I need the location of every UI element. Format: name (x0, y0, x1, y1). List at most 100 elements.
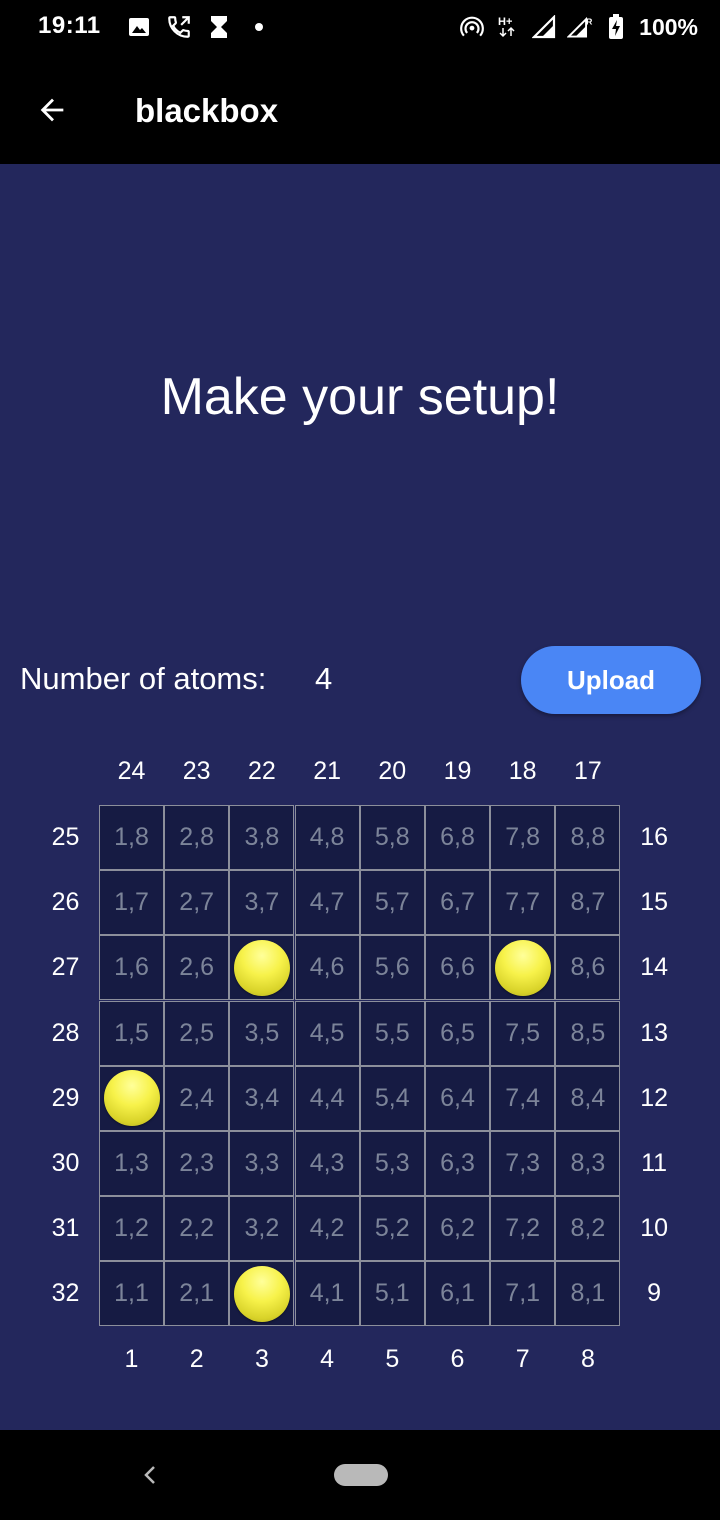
edge-number-left: 30 (51, 1149, 80, 1177)
board-cell[interactable]: 7,8 (490, 805, 556, 870)
upload-button[interactable]: Upload (521, 646, 701, 714)
board-cell[interactable]: 8,2 (555, 1196, 621, 1262)
cell-label: 5,2 (374, 1214, 410, 1243)
arrow-left-icon (40, 98, 64, 122)
edge-number-top: 22 (247, 757, 276, 785)
board-cell[interactable]: 2,6 (164, 935, 230, 1001)
board-cell[interactable]: 4,1 (294, 1261, 360, 1327)
board-cell[interactable]: 2,5 (164, 1000, 230, 1066)
board-cell[interactable]: 5,7 (359, 870, 425, 936)
board-cell[interactable]: 4,2 (294, 1196, 360, 1262)
board-cell[interactable]: 4,5 (294, 1000, 360, 1066)
board-cell[interactable]: 7,5 (490, 1000, 556, 1066)
edge-number-top: 21 (313, 757, 341, 785)
board-cell[interactable]: 3,8 (229, 805, 295, 870)
edge-number-right: 16 (640, 823, 668, 851)
board-cell[interactable]: 5,6 (359, 935, 425, 1001)
cell-label: 5,5 (374, 1018, 410, 1047)
board-cell[interactable]: 6,3 (425, 1131, 490, 1196)
signal-icon (531, 14, 557, 40)
board-cell[interactable]: 1,7 (99, 870, 164, 936)
board-cell[interactable]: 2,8 (164, 805, 230, 870)
board-cell[interactable] (229, 935, 295, 1001)
status-system-icons: H+ R 100% (459, 12, 698, 42)
board-cell[interactable]: 4,8 (294, 805, 360, 870)
board-cell[interactable]: 1,8 (99, 805, 164, 870)
board-cell[interactable]: 2,4 (164, 1065, 230, 1131)
board-cell[interactable]: 8,4 (555, 1065, 621, 1131)
cell-label: 2,6 (179, 953, 215, 982)
board-cell[interactable]: 4,3 (294, 1131, 360, 1196)
board-cell[interactable]: 5,2 (359, 1196, 425, 1262)
board-cell[interactable]: 6,8 (425, 805, 490, 870)
board-cell[interactable]: 1,2 (99, 1196, 164, 1262)
atoms-label: Number of atoms: (20, 661, 267, 696)
edge-number-bottom: 6 (450, 1344, 465, 1373)
edge-number-top: 17 (573, 757, 602, 785)
board-cell[interactable]: 8,7 (555, 870, 621, 936)
cell-label: 5,8 (374, 823, 410, 851)
board-cell[interactable]: 4,7 (294, 870, 360, 936)
board-cell[interactable]: 8,8 (555, 805, 621, 870)
edge-number-bottom: 2 (189, 1344, 204, 1373)
cell-label: 5,6 (374, 953, 410, 982)
board-cell[interactable]: 8,6 (555, 935, 621, 1001)
board-cell[interactable] (229, 1261, 295, 1327)
signal-roaming-icon: R (567, 14, 593, 40)
edge-number-right: 13 (640, 1018, 668, 1047)
board-cell[interactable]: 4,4 (294, 1065, 360, 1131)
board-cell[interactable]: 7,4 (490, 1065, 556, 1131)
board-cell[interactable]: 6,7 (425, 870, 490, 936)
board-cell[interactable]: 6,2 (425, 1196, 490, 1262)
board-cell[interactable]: 5,5 (359, 1000, 425, 1066)
board-cell[interactable]: 7,2 (490, 1196, 556, 1262)
app-bar: blackbox (0, 56, 720, 164)
board-cell[interactable]: 5,4 (359, 1065, 425, 1131)
board-cell[interactable] (490, 935, 556, 1001)
board-cell[interactable]: 1,5 (99, 1000, 164, 1066)
edge-number-bottom: 3 (254, 1344, 269, 1373)
atoms-count: 4 (315, 661, 333, 696)
board-cell[interactable]: 3,2 (229, 1196, 295, 1262)
board-cell[interactable]: 8,1 (555, 1261, 621, 1327)
board-cell[interactable]: 6,5 (425, 1000, 490, 1066)
board-cell[interactable]: 8,5 (555, 1000, 621, 1066)
nav-home-pill[interactable] (334, 1464, 388, 1486)
board-cell[interactable]: 2,2 (164, 1196, 230, 1262)
board-cell[interactable]: 2,7 (164, 870, 230, 936)
board-cell[interactable]: 2,3 (164, 1131, 230, 1196)
board-cell[interactable]: 6,1 (425, 1261, 490, 1327)
board-cell[interactable]: 6,6 (425, 935, 490, 1001)
board-cell[interactable]: 2,1 (164, 1261, 230, 1327)
board-cell[interactable] (99, 1065, 164, 1131)
board-cell[interactable]: 5,1 (359, 1261, 425, 1327)
chevron-left-icon (144, 1466, 155, 1484)
status-bar: 19:11 H+ R 100% (0, 0, 720, 56)
cell-label: 8,4 (570, 1083, 606, 1112)
board-cell[interactable]: 1,1 (99, 1261, 164, 1327)
board-cell[interactable]: 7,1 (490, 1261, 556, 1327)
board-cell[interactable]: 4,6 (294, 935, 360, 1001)
cell-label: 7,3 (505, 1149, 541, 1177)
edge-number-left: 26 (51, 888, 80, 917)
board-cell[interactable]: 5,3 (359, 1131, 425, 1196)
nav-back-button[interactable] (136, 1458, 164, 1492)
cell-label: 1,2 (114, 1214, 149, 1243)
edge-number-top: 20 (378, 757, 407, 785)
board-cell[interactable]: 5,8 (359, 805, 425, 870)
board-cell[interactable]: 7,3 (490, 1131, 556, 1196)
board-cell[interactable]: 6,4 (425, 1065, 490, 1131)
board-cell[interactable]: 3,3 (229, 1131, 295, 1196)
edge-number-top: 23 (182, 757, 211, 785)
edge-number-right: 12 (640, 1083, 668, 1112)
board-cell[interactable]: 3,4 (229, 1065, 295, 1131)
cell-label: 8,8 (570, 823, 606, 851)
cell-label: 1,3 (114, 1149, 149, 1177)
board-cell[interactable]: 3,7 (229, 870, 295, 936)
board-cell[interactable]: 1,6 (99, 935, 164, 1001)
board-cell[interactable]: 7,7 (490, 870, 556, 936)
board-cell[interactable]: 1,3 (99, 1131, 164, 1196)
board-cell[interactable]: 8,3 (555, 1131, 621, 1196)
board-cell[interactable]: 3,5 (229, 1000, 295, 1066)
back-button[interactable] (30, 88, 74, 132)
